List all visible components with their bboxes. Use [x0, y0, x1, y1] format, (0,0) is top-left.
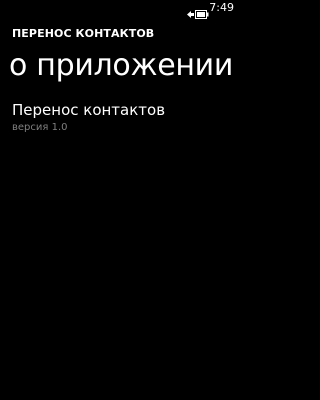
page-title: о приложении — [9, 48, 234, 83]
phone-screen: 7:49 ПЕРЕНОС КОНТАКТОВ о приложении Пере… — [0, 0, 240, 400]
status-bar: 7:49 — [0, 0, 240, 19]
app-name-label: Перенос контактов — [12, 101, 166, 119]
battery-charging-icon — [187, 4, 209, 19]
status-time: 7:49 — [209, 1, 234, 14]
app-title: ПЕРЕНОС КОНТАКТОВ — [12, 27, 155, 40]
app-version-label: версия 1.0 — [12, 122, 68, 133]
